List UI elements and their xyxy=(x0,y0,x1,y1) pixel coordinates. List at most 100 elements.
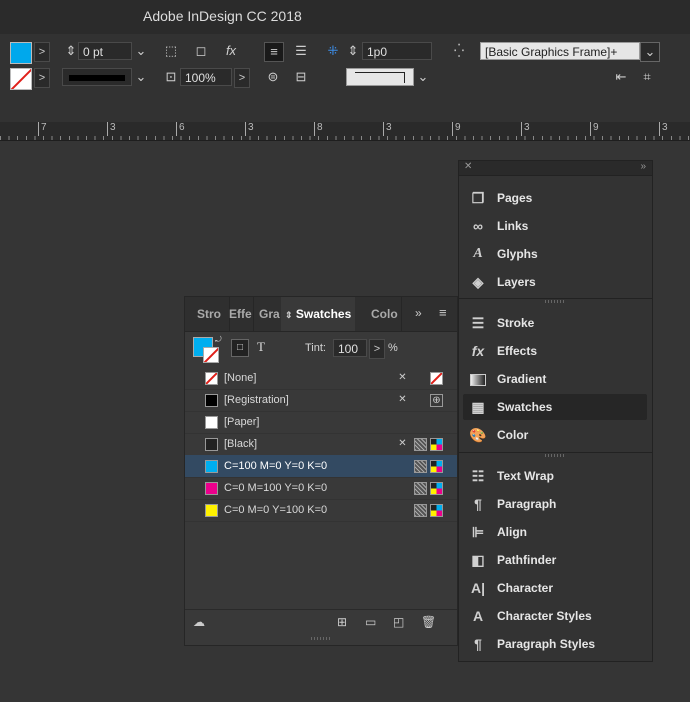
dock-item-pathfinder[interactable]: ◧ Pathfinder xyxy=(463,547,647,573)
align-center-icon[interactable]: ⊜ xyxy=(264,68,282,86)
dock-item-paragraph-styles[interactable]: ¶ Paragraph Styles xyxy=(463,631,647,657)
show-swatch-kinds-icon[interactable]: ⊞ xyxy=(337,615,347,629)
dock-header: ✕ » xyxy=(459,161,652,176)
locked-icon: ✕ xyxy=(398,394,407,405)
corner-shape-preview xyxy=(355,72,405,83)
dock-item-character[interactable]: A| Character xyxy=(463,575,647,601)
dock-item-swatches[interactable]: ▦ Swatches xyxy=(463,394,647,420)
ruler-tick: 3 xyxy=(659,122,668,136)
close-icon[interactable]: ✕ xyxy=(464,161,472,172)
swatch-row-registration[interactable]: [Registration] ✕ ⊕ xyxy=(185,389,457,412)
dock-item-glyphs[interactable]: A Glyphs xyxy=(463,241,647,267)
tab-swatches[interactable]: ⇕ Swatches xyxy=(281,297,355,331)
scale-field[interactable]: 100% xyxy=(180,68,232,86)
fill-menu-arrow[interactable]: > xyxy=(34,42,50,62)
stroke-swatch[interactable] xyxy=(10,68,32,90)
align-icon[interactable]: ≡ xyxy=(264,42,284,62)
panel-stroke-swatch[interactable] xyxy=(203,347,219,363)
cc-libraries-icon[interactable]: ☁ xyxy=(193,615,205,629)
align-bottom-icon[interactable]: ⊟ xyxy=(292,68,310,86)
tab-effects[interactable]: Effe xyxy=(223,297,254,331)
cmyk-mode-icon xyxy=(430,504,443,517)
links-icon: ∞ xyxy=(473,218,483,234)
dock-item-label: Layers xyxy=(497,275,536,289)
clear-overrides-icon[interactable]: ⇤ xyxy=(612,68,630,86)
stroke-type-field[interactable] xyxy=(62,68,132,86)
dock-item-layers[interactable]: ◈ Layers xyxy=(463,269,647,295)
panel-expand-icon[interactable]: » xyxy=(415,306,422,320)
stroke-type-dropdown-icon[interactable]: ⌄ xyxy=(132,68,150,86)
tint-field[interactable]: 100 xyxy=(333,339,367,357)
swatches-panel: Stro Effe Gra ⇕ Swatches Colo » ≡ ⤾ □ T … xyxy=(184,296,458,646)
distribute-icon[interactable]: ☰ xyxy=(292,42,310,60)
cmyk-mode-icon xyxy=(430,460,443,473)
dock-item-effects[interactable]: fx Effects xyxy=(463,338,647,364)
horizontal-ruler[interactable]: 7 3 6 3 8 3 9 3 9 3 xyxy=(0,122,690,141)
new-swatch-icon[interactable]: ◰ xyxy=(393,615,404,629)
select-container-icon[interactable]: ⬚ xyxy=(162,42,180,60)
group-grip[interactable] xyxy=(545,454,565,457)
dock-item-label: Paragraph xyxy=(497,497,557,511)
reference-point-icon[interactable]: ⁜ xyxy=(324,42,342,60)
dock-item-links[interactable]: ∞ Links xyxy=(463,213,647,239)
tab-color[interactable]: Colo xyxy=(365,297,402,331)
scale-menu-arrow[interactable]: > xyxy=(234,68,250,88)
formatting-container-icon[interactable]: □ xyxy=(231,339,249,357)
swap-fill-stroke-icon[interactable]: ⤾ xyxy=(215,335,222,345)
panel-menu-icon[interactable]: ≡ xyxy=(439,305,447,320)
glyphs-icon: A xyxy=(473,246,483,261)
swatch-chip xyxy=(205,482,218,495)
fx-icon[interactable]: fx xyxy=(222,42,240,60)
gradient-icon xyxy=(469,370,487,388)
dock-item-label: Pathfinder xyxy=(497,553,557,567)
swatch-row-paper[interactable]: [Paper] xyxy=(185,411,457,434)
swatch-name: C=0 M=0 Y=100 K=0 xyxy=(224,504,328,516)
dock-item-stroke[interactable]: ☰ Stroke xyxy=(463,310,647,336)
quick-apply-icon[interactable]: ⌗ xyxy=(638,68,656,86)
process-color-icon xyxy=(414,504,427,517)
tab-gradient[interactable]: Gra xyxy=(253,297,284,331)
offset-field[interactable]: 1p0 xyxy=(362,42,432,60)
dock-item-character-styles[interactable]: A Character Styles xyxy=(463,603,647,629)
layers-icon: ◈ xyxy=(472,274,484,290)
corner-shape-dropdown-icon[interactable]: ⌄ xyxy=(414,68,432,86)
stroke-weight-field[interactable]: 0 pt xyxy=(78,42,132,60)
panel-dock: ✕ » ❐ Pages ∞ Links A Glyphs ◈ Layers ☰ … xyxy=(458,160,653,662)
fill-swatch[interactable] xyxy=(10,42,32,64)
dock-item-color[interactable]: 🎨 Color xyxy=(463,422,647,448)
corner-shape-field[interactable] xyxy=(346,68,414,86)
offset-stepper-icon[interactable]: ⇕ xyxy=(344,42,362,60)
stroke-icon: ☰ xyxy=(471,315,485,331)
dock-item-label: Links xyxy=(497,219,529,233)
object-style-field[interactable]: [Basic Graphics Frame]+ xyxy=(480,42,640,60)
delete-swatch-icon[interactable]: 🗑 xyxy=(421,615,436,629)
dock-item-pages[interactable]: ❐ Pages xyxy=(463,185,647,211)
stroke-type-preview xyxy=(69,75,125,81)
swatch-row-cyan[interactable]: C=100 M=0 Y=0 K=0 xyxy=(185,455,457,478)
panel-resize-grip[interactable] xyxy=(311,637,331,640)
swatch-row-yellow[interactable]: C=0 M=0 Y=100 K=0 xyxy=(185,499,457,522)
dock-item-gradient[interactable]: Gradient xyxy=(463,366,647,392)
formatting-text-icon[interactable]: T xyxy=(257,339,265,355)
group-grip[interactable] xyxy=(545,300,565,303)
dock-item-label: Gradient xyxy=(497,372,547,386)
dock-item-paragraph[interactable]: ¶ Paragraph xyxy=(463,491,647,517)
text-wrap-icon: ☷ xyxy=(471,468,485,484)
swatch-row-none[interactable]: [None] ✕ xyxy=(185,367,457,390)
tint-menu-arrow[interactable]: > xyxy=(369,339,385,359)
stroke-weight-dropdown-icon[interactable]: ⌄ xyxy=(132,42,150,60)
object-style-dropdown-icon[interactable]: ⌄ xyxy=(640,42,660,62)
swatch-row-magenta[interactable]: C=0 M=100 Y=0 K=0 xyxy=(185,477,457,500)
dock-item-align[interactable]: ⊫ Align xyxy=(463,519,647,545)
new-color-group-icon[interactable]: ▭ xyxy=(365,615,376,629)
dock-item-text-wrap[interactable]: ☷ Text Wrap xyxy=(463,463,647,489)
paragraph-styles-icon: ¶ xyxy=(474,636,482,652)
expand-dock-icon[interactable]: » xyxy=(640,161,646,172)
tint-unit: % xyxy=(388,342,398,354)
swatch-row-black[interactable]: [Black] ✕ xyxy=(185,433,457,456)
effects-icon: fx xyxy=(471,343,485,359)
ruler-tick: 8 xyxy=(314,122,323,136)
ruler-tick: 3 xyxy=(245,122,254,136)
stroke-menu-arrow[interactable]: > xyxy=(34,68,50,88)
frame-fitting-icon[interactable]: ◻ xyxy=(192,42,210,60)
